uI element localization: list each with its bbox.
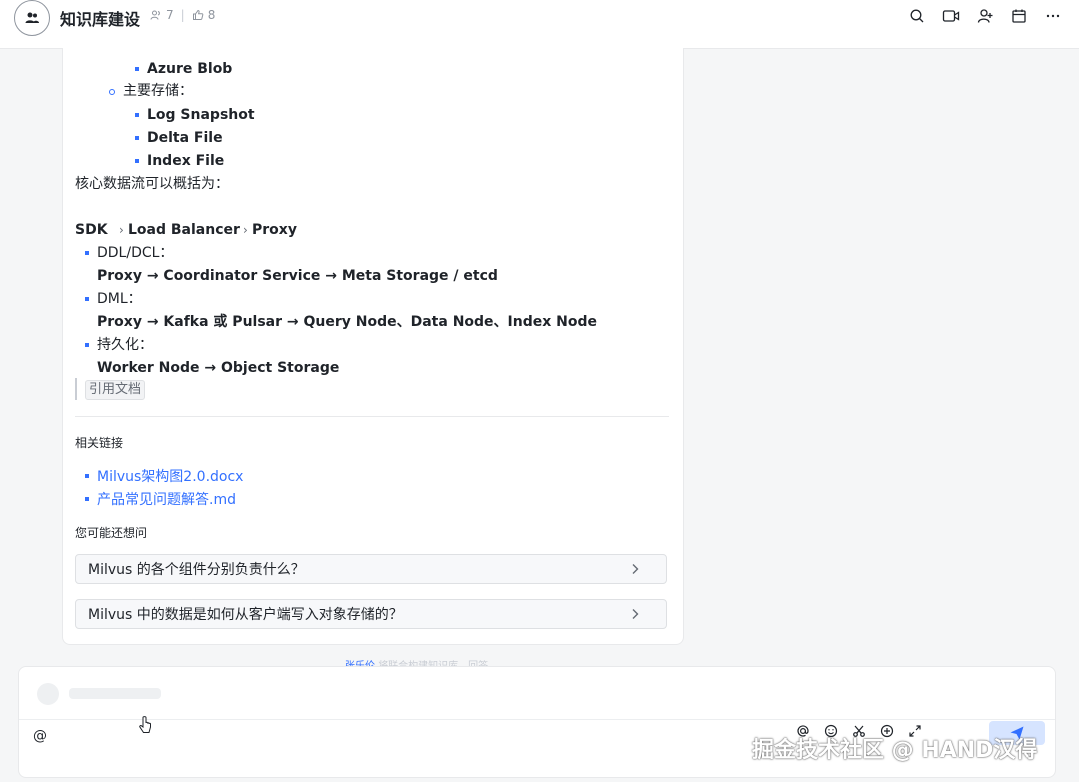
suggestions-title: 您可能还想问 xyxy=(75,526,148,540)
ddl-path: Proxy → Coordinator Service → Meta Stora… xyxy=(97,268,498,284)
divider xyxy=(75,416,669,417)
persist-path: Worker Node → Object Storage xyxy=(97,360,340,376)
bullet-square xyxy=(85,297,89,301)
flow-sdk: SDK xyxy=(75,222,108,238)
bot-message-card: Azure Blob 主要存储： Log Snapshot Delta File… xyxy=(62,48,684,645)
ddl-label: DDL/DCL： xyxy=(97,245,174,261)
chevron-right-icon xyxy=(632,609,639,619)
members-count: 7 xyxy=(166,8,174,22)
group-meta: 7 | 8 xyxy=(150,8,215,22)
more-button[interactable] xyxy=(1043,6,1063,26)
bullet-square xyxy=(85,497,89,501)
flow-load-balancer: Load Balancer xyxy=(128,222,240,238)
members-icon xyxy=(150,10,160,20)
mouse-cursor-icon xyxy=(139,716,151,733)
more-icon xyxy=(1046,14,1060,18)
video-icon xyxy=(942,10,960,22)
citation-block: 引用文档 xyxy=(75,378,146,400)
search-icon xyxy=(910,9,924,23)
related-links-title: 相关链接 xyxy=(75,436,124,450)
group-title: 知识库建设 xyxy=(60,10,141,29)
flow-intro: 核心数据流可以概括为： xyxy=(75,176,229,192)
dml-path: Proxy → Kafka 或 Pulsar → Query Node、Data… xyxy=(97,314,598,330)
add-user-icon xyxy=(977,9,993,23)
suggestion-text: Milvus 的各个组件分别负责什么？ xyxy=(88,562,305,578)
watermark: 掘金技术社区 @ HAND汉得 xyxy=(752,738,1038,763)
like-icon xyxy=(192,9,204,20)
cite-document-button[interactable]: 引用文档 xyxy=(85,380,146,400)
suggestion-item[interactable]: Milvus 的各个组件分别负责什么？ xyxy=(75,554,667,584)
bullet-square xyxy=(135,159,139,163)
suggestion-text: Milvus 中的数据是如何从客户端写入对象存储的？ xyxy=(88,607,403,623)
likes-count: 8 xyxy=(207,8,216,22)
related-link[interactable]: 产品常见问题解答.md xyxy=(97,489,236,509)
storage-item: Index File xyxy=(147,153,225,169)
bullet-square xyxy=(85,251,89,255)
reply-preview xyxy=(19,667,1055,720)
persist-label: 持久化： xyxy=(97,337,153,353)
bullet-circle xyxy=(109,89,115,95)
flow-arrow: › xyxy=(243,223,248,237)
group-icon xyxy=(25,12,39,23)
group-avatar[interactable] xyxy=(14,0,50,36)
dml-label: DML： xyxy=(97,291,142,307)
chat-header: 知识库建设 7 | 8 xyxy=(0,0,1079,49)
storage-item: Delta File xyxy=(147,130,223,146)
bullet-square xyxy=(135,67,139,71)
bullet-square xyxy=(85,343,89,347)
suggestion-item[interactable]: Milvus 中的数据是如何从客户端写入对象存储的？ xyxy=(75,599,667,629)
related-link[interactable]: Milvus架构图2.0.docx xyxy=(97,466,243,486)
search-chat-button[interactable] xyxy=(907,6,927,26)
chevron-right-icon xyxy=(632,564,639,574)
flow-arrow: › xyxy=(119,223,124,237)
skeleton-avatar xyxy=(37,683,59,705)
meta-divider: | xyxy=(180,8,185,22)
storage-item: Log Snapshot xyxy=(147,107,255,123)
video-call-button[interactable] xyxy=(941,6,961,26)
calendar-button[interactable] xyxy=(1009,6,1029,26)
bullet-square xyxy=(85,474,89,478)
bullet-square xyxy=(135,113,139,117)
header-actions xyxy=(907,6,1063,26)
flow-proxy: Proxy xyxy=(252,222,297,238)
bullet-square xyxy=(135,136,139,140)
add-member-button[interactable] xyxy=(975,6,995,26)
storage-label: 主要存储： xyxy=(123,83,193,99)
blob-item: Azure Blob xyxy=(147,61,233,77)
calendar-icon xyxy=(1012,9,1026,23)
skeleton-line xyxy=(69,688,161,699)
